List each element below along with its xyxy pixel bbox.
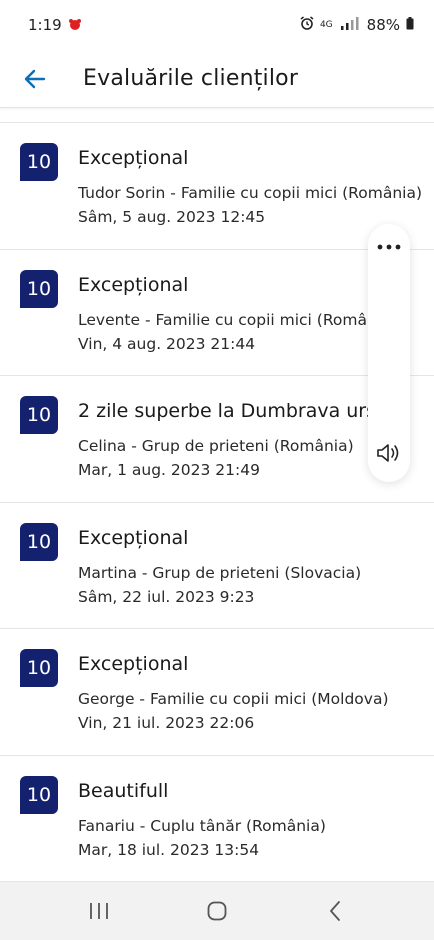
back-button[interactable] — [20, 64, 50, 94]
score-badge: 10 — [20, 143, 58, 181]
battery-icon — [406, 16, 414, 34]
review-item[interactable]: 10 Excepțional Tudor Sorin - Familie cu … — [0, 123, 434, 250]
floating-side-panel — [368, 224, 410, 482]
status-time: 1:19 — [28, 16, 62, 34]
screen: 1:19 4G 88% Evaluările clienților 10 Exc… — [0, 0, 434, 940]
status-left: 1:19 — [28, 16, 82, 34]
review-title: Excepțional — [78, 147, 189, 169]
chevron-left-icon — [330, 901, 340, 921]
review-date: Mar, 1 aug. 2023 21:49 — [78, 461, 260, 479]
app-bar: Evaluările clienților — [0, 50, 434, 108]
review-date: Sâm, 5 aug. 2023 12:45 — [78, 208, 266, 226]
page-title: Evaluările clienților — [83, 66, 299, 91]
home-icon — [207, 901, 227, 921]
review-author: George - Familie cu copii mici (Moldova) — [78, 690, 389, 708]
recents-button[interactable] — [79, 891, 119, 931]
more-horizontal-icon — [377, 244, 401, 250]
more-options-button[interactable] — [368, 232, 410, 262]
battery-percent: 88% — [366, 16, 400, 34]
review-title: Excepțional — [78, 526, 189, 549]
signal-icon — [339, 16, 361, 34]
volume-icon — [377, 444, 399, 462]
review-title: Excepțional — [78, 273, 189, 296]
review-title: Beautifull — [78, 779, 169, 802]
score-badge: 10 — [20, 649, 58, 687]
score-badge: 10 — [20, 396, 58, 434]
notification-icon — [68, 16, 82, 34]
status-bar: 1:19 4G 88% — [0, 0, 434, 50]
review-date: Sâm, 22 iul. 2023 9:23 — [78, 587, 255, 606]
score-badge: 10 — [20, 522, 58, 561]
home-button[interactable] — [197, 891, 237, 931]
score-badge: 10 — [20, 269, 58, 308]
review-date: Mar, 18 iul. 2023 13:54 — [78, 840, 260, 859]
nav-back-button[interactable] — [315, 891, 355, 931]
system-nav-bar — [0, 882, 434, 940]
alarm-icon — [300, 16, 314, 34]
review-author: Martina - Grup de prieteni (Slovacia) — [78, 563, 362, 582]
review-author: Tudor Sorin - Familie cu copii mici (Rom… — [78, 184, 422, 202]
review-title: Excepțional — [78, 653, 189, 675]
network-type: 4G — [319, 19, 333, 30]
review-title: 2 zile superbe la Dumbrava ursului — [78, 400, 411, 422]
review-date: Vin, 21 iul. 2023 22:06 — [78, 714, 255, 732]
review-item[interactable]: 10 Excepțional Martina - Grup de prieten… — [0, 503, 434, 629]
arrow-left-icon — [24, 69, 46, 88]
review-author: Fanariu - Cuplu tânăr (România) — [78, 816, 326, 835]
recents-icon — [90, 903, 108, 919]
review-date: Vin, 4 aug. 2023 21:44 — [78, 334, 256, 353]
review-item[interactable]: 10 Beautifull Fanariu - Cuplu tânăr (Rom… — [0, 756, 434, 882]
score-badge: 10 — [20, 775, 58, 814]
review-item[interactable]: 10 Excepțional George - Familie cu copii… — [0, 629, 434, 756]
volume-button[interactable] — [368, 436, 410, 470]
status-right: 4G 88% — [300, 16, 414, 34]
